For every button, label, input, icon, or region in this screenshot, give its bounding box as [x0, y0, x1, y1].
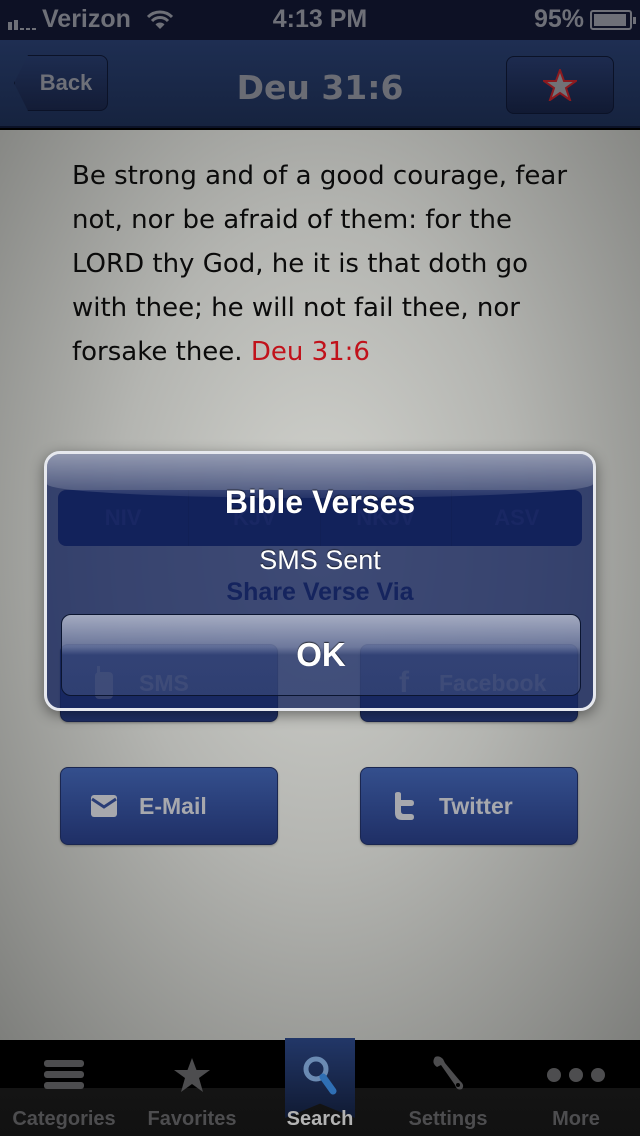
- share-email-label: E-Mail: [139, 792, 207, 819]
- battery-status: 95%: [533, 5, 636, 34]
- navigation-bar: Back Deu 31:6: [0, 40, 640, 128]
- battery-percent: 95%: [533, 5, 584, 33]
- twitter-icon: [389, 792, 419, 820]
- tab-categories-label: Categories: [12, 1108, 116, 1130]
- tab-more-label: More: [552, 1108, 600, 1130]
- verse-text-block: Be strong and of a good courage, fear no…: [72, 154, 572, 374]
- tab-bar: Categories Favorites Search Settings Mor…: [0, 1040, 640, 1136]
- envelope-icon: [89, 795, 119, 817]
- tab-settings[interactable]: Settings: [384, 1040, 512, 1136]
- tab-favorites-label: Favorites: [147, 1108, 237, 1130]
- verse-reference: Deu 31:6: [250, 337, 370, 367]
- status-bar: Verizon 4:13 PM 95%: [0, 0, 640, 40]
- alert-dialog: Bible Verses SMS Sent OK: [44, 451, 596, 711]
- star-icon: [174, 1058, 210, 1092]
- alert-title: Bible Verses: [224, 484, 416, 520]
- more-icon: [547, 1068, 605, 1082]
- add-favorite-button[interactable]: [506, 56, 614, 114]
- tab-settings-label: Settings: [408, 1108, 488, 1130]
- star-icon: [543, 69, 577, 101]
- share-twitter-button[interactable]: Twitter: [360, 767, 578, 845]
- tab-more[interactable]: More: [512, 1040, 640, 1136]
- battery-icon: [590, 9, 636, 30]
- tab-search[interactable]: Search: [256, 1040, 384, 1136]
- tab-categories[interactable]: Categories: [0, 1040, 128, 1136]
- share-twitter-label: Twitter: [439, 792, 513, 819]
- wrench-icon: [433, 1056, 464, 1090]
- alert-message: SMS Sent: [259, 545, 381, 575]
- alert-ok-button[interactable]: OK: [61, 614, 581, 696]
- tab-search-label: Search: [286, 1108, 354, 1130]
- share-email-button[interactable]: E-Mail: [60, 767, 278, 845]
- tab-favorites[interactable]: Favorites: [128, 1040, 256, 1136]
- search-icon: [303, 1056, 337, 1095]
- list-icon: [44, 1060, 84, 1089]
